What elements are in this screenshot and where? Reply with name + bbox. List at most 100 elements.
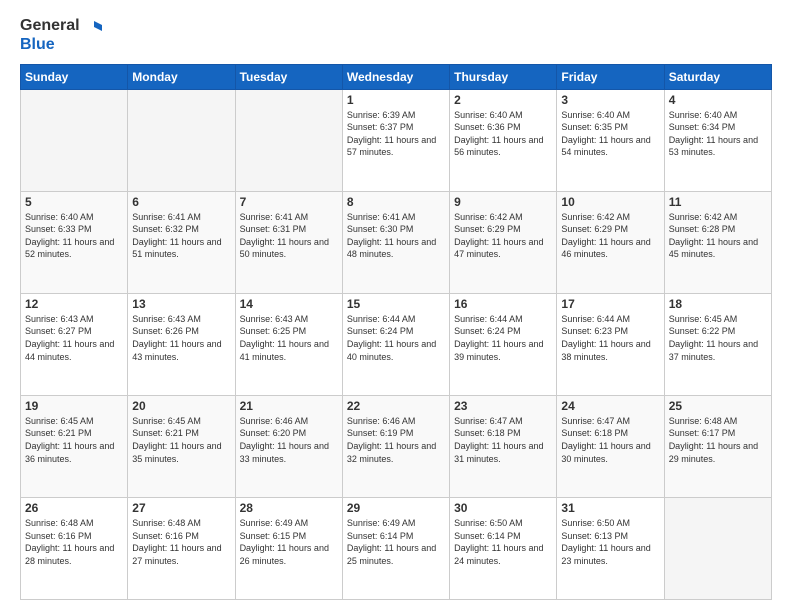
calendar-cell-2-3: 15 Sunrise: 6:44 AM Sunset: 6:24 PM Dayli… xyxy=(342,293,449,395)
day-info: Sunrise: 6:45 AM Sunset: 6:22 PM Dayligh… xyxy=(669,313,767,363)
day-number: 16 xyxy=(454,297,552,311)
calendar-cell-3-4: 23Sunrise: 6:47 AM Sunset: 6:18 PM Dayli… xyxy=(450,395,557,497)
day-number: 12 xyxy=(25,297,123,311)
day-number: 2 xyxy=(454,93,552,107)
calendar-cell-0-5: 3 Sunrise: 6:40 AM Sunset: 6:35 PM Daylig… xyxy=(557,89,664,191)
day-info: Sunrise: 6:48 AM Sunset: 6:16 PM Dayligh… xyxy=(132,517,230,567)
header-wednesday: Wednesday xyxy=(342,64,449,89)
calendar-cell-1-6: 11 Sunrise: 6:42 AM Sunset: 6:28 PM Dayli… xyxy=(664,191,771,293)
day-info: Sunrise: 6:40 AM Sunset: 6:35 PM Dayligh… xyxy=(561,109,659,159)
day-info: Sunrise: 6:45 AM Sunset: 6:21 PM Dayligh… xyxy=(132,415,230,465)
calendar-cell-4-1: 27 Sunrise: 6:48 AM Sunset: 6:16 PM Dayli… xyxy=(128,497,235,599)
day-number: 29 xyxy=(347,501,445,515)
header-tuesday: Tuesday xyxy=(235,64,342,89)
day-number: 8 xyxy=(347,195,445,209)
calendar-cell-1-4: 9Sunrise: 6:42 AM Sunset: 6:29 PM Daylig… xyxy=(450,191,557,293)
day-info: Sunrise: 6:41 AM Sunset: 6:30 PM Dayligh… xyxy=(347,211,445,261)
header-monday: Monday xyxy=(128,64,235,89)
day-info: Sunrise: 6:44 AM Sunset: 6:23 PM Dayligh… xyxy=(561,313,659,363)
calendar-week-2: 5Sunrise: 6:40 AM Sunset: 6:33 PM Daylig… xyxy=(21,191,772,293)
day-number: 17 xyxy=(561,297,659,311)
calendar-table: SundayMondayTuesdayWednesdayThursdayFrid… xyxy=(20,64,772,600)
day-number: 31 xyxy=(561,501,659,515)
logo: General Blue xyxy=(20,16,102,54)
day-number: 26 xyxy=(25,501,123,515)
calendar-week-5: 26 Sunrise: 6:48 AM Sunset: 6:16 PM Dayli… xyxy=(21,497,772,599)
day-info: Sunrise: 6:43 AM Sunset: 6:26 PM Dayligh… xyxy=(132,313,230,363)
day-info: Sunrise: 6:46 AM Sunset: 6:19 PM Dayligh… xyxy=(347,415,445,465)
day-number: 20 xyxy=(132,399,230,413)
day-info: Sunrise: 6:47 AM Sunset: 6:18 PM Dayligh… xyxy=(454,415,552,465)
calendar-cell-0-3: 1Sunrise: 6:39 AM Sunset: 6:37 PM Daylig… xyxy=(342,89,449,191)
day-info: Sunrise: 6:41 AM Sunset: 6:31 PM Dayligh… xyxy=(240,211,338,261)
calendar-cell-1-1: 6 Sunrise: 6:41 AM Sunset: 6:32 PM Daylig… xyxy=(128,191,235,293)
calendar-cell-0-6: 4 Sunrise: 6:40 AM Sunset: 6:34 PM Daylig… xyxy=(664,89,771,191)
day-info: Sunrise: 6:48 AM Sunset: 6:16 PM Dayligh… xyxy=(25,517,123,567)
calendar-cell-2-1: 13Sunrise: 6:43 AM Sunset: 6:26 PM Dayli… xyxy=(128,293,235,395)
logo-blue-text: Blue xyxy=(20,36,102,54)
calendar-cell-4-6 xyxy=(664,497,771,599)
day-info: Sunrise: 6:43 AM Sunset: 6:25 PM Dayligh… xyxy=(240,313,338,363)
day-info: Sunrise: 6:40 AM Sunset: 6:34 PM Dayligh… xyxy=(669,109,767,159)
day-number: 5 xyxy=(25,195,123,209)
calendar-cell-2-5: 17 Sunrise: 6:44 AM Sunset: 6:23 PM Dayli… xyxy=(557,293,664,395)
day-number: 3 xyxy=(561,93,659,107)
day-number: 4 xyxy=(669,93,767,107)
logo-arrow-icon xyxy=(82,16,102,36)
page: General Blue SundayMondayTuesdayWednesda… xyxy=(0,0,792,612)
calendar-cell-2-2: 14 Sunrise: 6:43 AM Sunset: 6:25 PM Dayli… xyxy=(235,293,342,395)
day-number: 19 xyxy=(25,399,123,413)
day-info: Sunrise: 6:39 AM Sunset: 6:37 PM Dayligh… xyxy=(347,109,445,159)
calendar-week-4: 19 Sunrise: 6:45 AM Sunset: 6:21 PM Dayli… xyxy=(21,395,772,497)
calendar-cell-2-6: 18 Sunrise: 6:45 AM Sunset: 6:22 PM Dayli… xyxy=(664,293,771,395)
day-info: Sunrise: 6:45 AM Sunset: 6:21 PM Dayligh… xyxy=(25,415,123,465)
day-info: Sunrise: 6:49 AM Sunset: 6:14 PM Dayligh… xyxy=(347,517,445,567)
day-number: 27 xyxy=(132,501,230,515)
day-number: 14 xyxy=(240,297,338,311)
calendar-cell-1-5: 10 Sunrise: 6:42 AM Sunset: 6:29 PM Dayli… xyxy=(557,191,664,293)
day-number: 25 xyxy=(669,399,767,413)
day-number: 18 xyxy=(669,297,767,311)
calendar-cell-2-4: 16 Sunrise: 6:44 AM Sunset: 6:24 PM Dayli… xyxy=(450,293,557,395)
day-info: Sunrise: 6:50 AM Sunset: 6:14 PM Dayligh… xyxy=(454,517,552,567)
calendar-cell-4-5: 31 Sunrise: 6:50 AM Sunset: 6:13 PM Dayli… xyxy=(557,497,664,599)
header-friday: Friday xyxy=(557,64,664,89)
calendar-cell-4-3: 29 Sunrise: 6:49 AM Sunset: 6:14 PM Dayli… xyxy=(342,497,449,599)
day-info: Sunrise: 6:44 AM Sunset: 6:24 PM Dayligh… xyxy=(347,313,445,363)
day-info: Sunrise: 6:40 AM Sunset: 6:36 PM Dayligh… xyxy=(454,109,552,159)
calendar-cell-3-6: 25Sunrise: 6:48 AM Sunset: 6:17 PM Dayli… xyxy=(664,395,771,497)
calendar-week-3: 12Sunrise: 6:43 AM Sunset: 6:27 PM Dayli… xyxy=(21,293,772,395)
calendar-header-row: SundayMondayTuesdayWednesdayThursdayFrid… xyxy=(21,64,772,89)
calendar-cell-4-4: 30Sunrise: 6:50 AM Sunset: 6:14 PM Dayli… xyxy=(450,497,557,599)
calendar-cell-3-0: 19 Sunrise: 6:45 AM Sunset: 6:21 PM Dayli… xyxy=(21,395,128,497)
day-number: 15 xyxy=(347,297,445,311)
calendar-week-1: 1Sunrise: 6:39 AM Sunset: 6:37 PM Daylig… xyxy=(21,89,772,191)
calendar-cell-0-0 xyxy=(21,89,128,191)
day-info: Sunrise: 6:46 AM Sunset: 6:20 PM Dayligh… xyxy=(240,415,338,465)
day-number: 7 xyxy=(240,195,338,209)
day-info: Sunrise: 6:47 AM Sunset: 6:18 PM Dayligh… xyxy=(561,415,659,465)
calendar-cell-0-2 xyxy=(235,89,342,191)
day-info: Sunrise: 6:41 AM Sunset: 6:32 PM Dayligh… xyxy=(132,211,230,261)
calendar-cell-0-4: 2 Sunrise: 6:40 AM Sunset: 6:36 PM Daylig… xyxy=(450,89,557,191)
calendar-cell-4-0: 26 Sunrise: 6:48 AM Sunset: 6:16 PM Dayli… xyxy=(21,497,128,599)
day-info: Sunrise: 6:42 AM Sunset: 6:29 PM Dayligh… xyxy=(561,211,659,261)
day-number: 21 xyxy=(240,399,338,413)
calendar-cell-3-5: 24 Sunrise: 6:47 AM Sunset: 6:18 PM Dayli… xyxy=(557,395,664,497)
day-info: Sunrise: 6:44 AM Sunset: 6:24 PM Dayligh… xyxy=(454,313,552,363)
day-number: 28 xyxy=(240,501,338,515)
calendar-cell-2-0: 12Sunrise: 6:43 AM Sunset: 6:27 PM Dayli… xyxy=(21,293,128,395)
day-number: 10 xyxy=(561,195,659,209)
day-info: Sunrise: 6:42 AM Sunset: 6:28 PM Dayligh… xyxy=(669,211,767,261)
header-sunday: Sunday xyxy=(21,64,128,89)
calendar-body: 1Sunrise: 6:39 AM Sunset: 6:37 PM Daylig… xyxy=(21,89,772,599)
day-number: 6 xyxy=(132,195,230,209)
calendar-cell-1-0: 5Sunrise: 6:40 AM Sunset: 6:33 PM Daylig… xyxy=(21,191,128,293)
day-number: 11 xyxy=(669,195,767,209)
calendar-cell-3-1: 20 Sunrise: 6:45 AM Sunset: 6:21 PM Dayli… xyxy=(128,395,235,497)
day-info: Sunrise: 6:50 AM Sunset: 6:13 PM Dayligh… xyxy=(561,517,659,567)
day-number: 9 xyxy=(454,195,552,209)
calendar-cell-4-2: 28Sunrise: 6:49 AM Sunset: 6:15 PM Dayli… xyxy=(235,497,342,599)
calendar-cell-1-3: 8 Sunrise: 6:41 AM Sunset: 6:30 PM Daylig… xyxy=(342,191,449,293)
day-number: 24 xyxy=(561,399,659,413)
